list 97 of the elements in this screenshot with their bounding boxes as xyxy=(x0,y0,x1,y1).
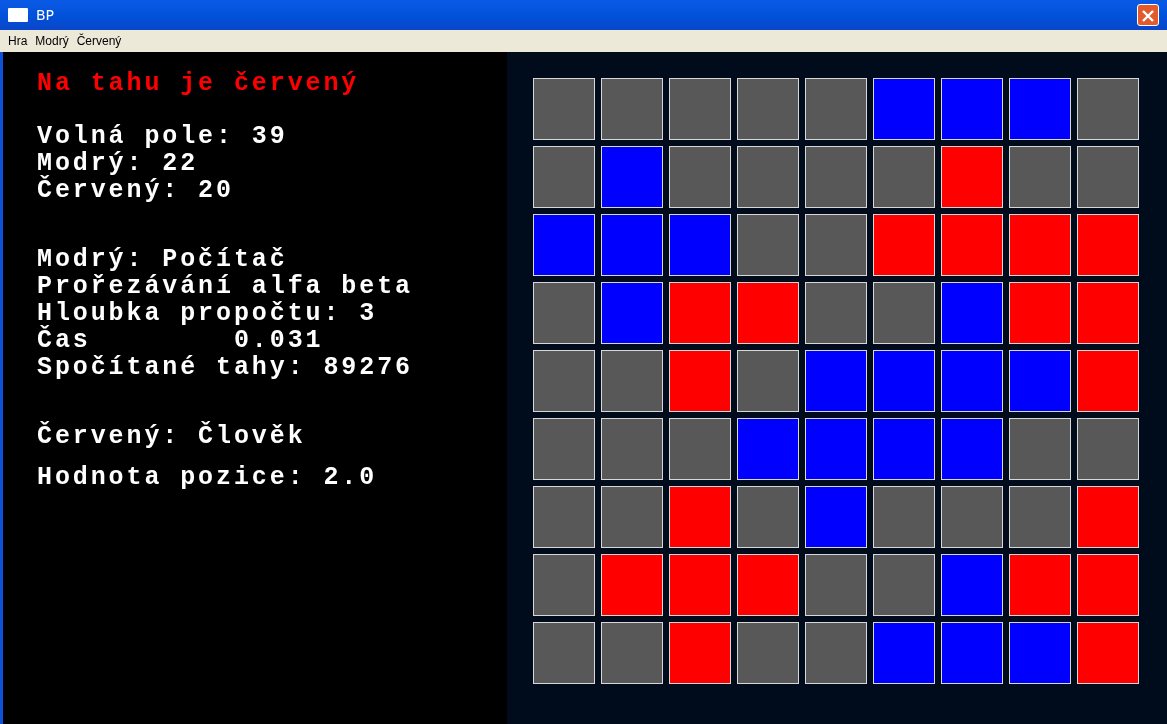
info-line: Červený: Člověk xyxy=(37,423,307,450)
board-cell[interactable] xyxy=(737,418,799,480)
window-title: BP xyxy=(36,5,55,25)
board-cell[interactable] xyxy=(805,146,867,208)
info-line: Červený: 20 xyxy=(37,177,235,204)
board-cell[interactable] xyxy=(1009,622,1071,684)
board-cell[interactable] xyxy=(1009,78,1071,140)
board-cell[interactable] xyxy=(1077,214,1139,276)
board-cell[interactable] xyxy=(601,554,663,616)
board-cell[interactable] xyxy=(873,418,935,480)
menu-item[interactable]: Červený xyxy=(72,32,126,50)
board-cell[interactable] xyxy=(737,486,799,548)
board-cell[interactable] xyxy=(1009,554,1071,616)
board-cell[interactable] xyxy=(873,554,935,616)
board-cell[interactable] xyxy=(1077,418,1139,480)
board-cell[interactable] xyxy=(941,350,1003,412)
board-cell[interactable] xyxy=(873,282,935,344)
board-cell[interactable] xyxy=(873,146,935,208)
board-cell[interactable] xyxy=(805,554,867,616)
info-line: Hodnota pozice: 2.0 xyxy=(37,464,379,491)
board-cell[interactable] xyxy=(873,78,935,140)
board-cell[interactable] xyxy=(601,282,663,344)
board-cell[interactable] xyxy=(601,486,663,548)
board-cell[interactable] xyxy=(1077,486,1139,548)
board-cell[interactable] xyxy=(873,214,935,276)
board-cell[interactable] xyxy=(1009,282,1071,344)
board-cell[interactable] xyxy=(873,622,935,684)
board-cell[interactable] xyxy=(669,554,731,616)
close-button[interactable] xyxy=(1137,4,1159,26)
board-cell[interactable] xyxy=(601,146,663,208)
turn-status: Na tahu je červený xyxy=(37,70,361,97)
board-cell[interactable] xyxy=(805,622,867,684)
info-line: Spočítané tahy: 89276 xyxy=(37,354,414,381)
info-line: Prořezávání alfa beta xyxy=(37,273,414,300)
board-cell[interactable] xyxy=(941,146,1003,208)
board-cell[interactable] xyxy=(941,418,1003,480)
board-cell[interactable] xyxy=(669,214,731,276)
board-cell[interactable] xyxy=(1077,78,1139,140)
board-cell[interactable] xyxy=(601,418,663,480)
board-cell[interactable] xyxy=(533,282,595,344)
info-line: Modrý: Počítač xyxy=(37,246,289,273)
board-cell[interactable] xyxy=(941,486,1003,548)
board-cell[interactable] xyxy=(1077,282,1139,344)
board-cell[interactable] xyxy=(1077,350,1139,412)
board-cell[interactable] xyxy=(533,146,595,208)
menu-item[interactable]: Hra xyxy=(4,32,32,50)
board-cell[interactable] xyxy=(669,282,731,344)
board-cell[interactable] xyxy=(533,486,595,548)
info-line: Čas 0.031 xyxy=(37,327,325,354)
board-cell[interactable] xyxy=(737,78,799,140)
board-cell[interactable] xyxy=(1009,418,1071,480)
board-cell[interactable] xyxy=(941,214,1003,276)
board-cell[interactable] xyxy=(941,282,1003,344)
window-icon xyxy=(8,8,28,22)
board-cell[interactable] xyxy=(1077,146,1139,208)
menu-item[interactable]: Modrý xyxy=(31,32,73,50)
board-cell[interactable] xyxy=(1009,146,1071,208)
board-cell[interactable] xyxy=(1077,554,1139,616)
board-cell[interactable] xyxy=(669,78,731,140)
board-cell[interactable] xyxy=(1009,350,1071,412)
board-cell[interactable] xyxy=(805,214,867,276)
board-cell[interactable] xyxy=(737,146,799,208)
board-cell[interactable] xyxy=(1077,622,1139,684)
board-cell[interactable] xyxy=(533,78,595,140)
board-cell[interactable] xyxy=(805,486,867,548)
board-cell[interactable] xyxy=(533,214,595,276)
board-cell[interactable] xyxy=(941,554,1003,616)
board-cell[interactable] xyxy=(873,486,935,548)
board-cell[interactable] xyxy=(533,418,595,480)
board-cell[interactable] xyxy=(805,282,867,344)
board-cell[interactable] xyxy=(601,622,663,684)
board-cell[interactable] xyxy=(533,554,595,616)
board-cell[interactable] xyxy=(737,622,799,684)
board-cell[interactable] xyxy=(873,350,935,412)
info-line: Volná pole: 39 xyxy=(37,123,289,150)
board-cell[interactable] xyxy=(737,282,799,344)
board-cell[interactable] xyxy=(533,622,595,684)
board-cell[interactable] xyxy=(805,78,867,140)
board-cell[interactable] xyxy=(601,78,663,140)
board-cell[interactable] xyxy=(737,554,799,616)
board-cell[interactable] xyxy=(601,214,663,276)
board-cell[interactable] xyxy=(669,486,731,548)
board-cell[interactable] xyxy=(941,78,1003,140)
board-cell[interactable] xyxy=(533,350,595,412)
board-cell[interactable] xyxy=(1009,214,1071,276)
board-cell[interactable] xyxy=(669,350,731,412)
board-cell[interactable] xyxy=(669,622,731,684)
board-cell[interactable] xyxy=(1009,486,1071,548)
board-cell[interactable] xyxy=(941,622,1003,684)
board-cell[interactable] xyxy=(601,350,663,412)
board-cell[interactable] xyxy=(737,214,799,276)
board-cell[interactable] xyxy=(669,146,731,208)
board-cell[interactable] xyxy=(669,418,731,480)
board-cell[interactable] xyxy=(805,418,867,480)
board-cell[interactable] xyxy=(805,350,867,412)
board-cell[interactable] xyxy=(737,350,799,412)
close-icon xyxy=(1141,8,1155,23)
